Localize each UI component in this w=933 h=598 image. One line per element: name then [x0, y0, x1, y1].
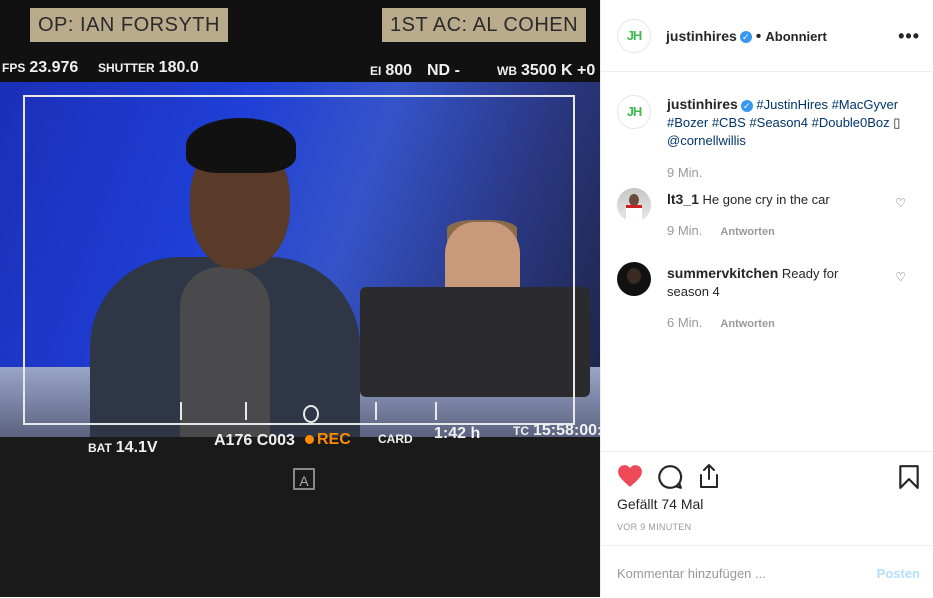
post-caption: justinhires ✓ #JustinHires #MacGyver #Boz…	[667, 95, 917, 150]
hud-rec-label: REC	[317, 431, 351, 448]
hud-shutter-label: SHUTTER	[98, 61, 155, 75]
hud-card: CARD	[378, 430, 417, 448]
account-avatar[interactable]: JH	[617, 19, 651, 53]
comment-username[interactable]: summervkitchen	[667, 265, 778, 281]
tape-label-op: OP: IAN FORSYTH	[30, 8, 228, 42]
post-photo[interactable]: OP: IAN FORSYTH 1ST AC: AL COHEN FPS 23.9…	[0, 0, 600, 597]
comment-time: 9 Min.	[667, 223, 703, 238]
header-username[interactable]: justinhires	[666, 28, 737, 44]
comment-like-heart-icon[interactable]: ♡	[895, 270, 906, 284]
save-bookmark-icon[interactable]	[898, 464, 920, 490]
hud-bat-value: 14.1V	[115, 439, 158, 456]
hashtag-link[interactable]: #MacGyver	[832, 97, 898, 112]
mention-link[interactable]: @cornellwillis	[667, 133, 746, 148]
hud-fps: FPS 23.976	[2, 59, 78, 77]
post-header: JH justinhires ✓ • Abonniert •••	[601, 0, 933, 72]
hud-battery: BAT 14.1V	[88, 439, 158, 457]
hashtag-link[interactable]: #Double0Boz	[812, 115, 890, 130]
hud-clip: A176 C003	[214, 432, 295, 450]
hud-ei-value: 800	[385, 62, 413, 79]
hud-nd: ND -	[427, 62, 460, 80]
hud-wb-value: 3500 K	[521, 62, 573, 79]
hud-nd-value: -	[454, 62, 460, 79]
reply-button[interactable]: Antworten	[720, 318, 774, 330]
rec-dot-icon	[305, 435, 314, 445]
comment-like-heart-icon[interactable]: ♡	[895, 196, 906, 210]
comment-body: lt3_1 He gone cry in the car	[667, 190, 830, 209]
post-actions	[601, 451, 933, 489]
hud-card-time: 1:42 h	[434, 425, 480, 443]
caption-time: 9 Min.	[667, 165, 703, 180]
hashtag-link[interactable]: #CBS	[712, 115, 746, 130]
frame-guide	[23, 95, 575, 425]
post-comment-button[interactable]: Posten	[877, 566, 920, 581]
camera-a-badge: A	[293, 468, 315, 490]
hud-timecode: TC 15:58:00:20	[513, 422, 600, 440]
hud-nd-label: ND	[427, 62, 451, 79]
caption-verified-icon: ✓	[740, 99, 753, 112]
hud-tc-value: 15:58:00:20	[533, 422, 600, 439]
hud-ei-label: EI	[370, 64, 382, 78]
caption-avatar[interactable]: JH	[617, 95, 651, 129]
caption-avatar-text: JH	[626, 104, 643, 119]
hashtag-link[interactable]: #Season4	[749, 115, 808, 130]
hud-tc-label: TC	[513, 424, 529, 438]
hud-wb: WB 3500 K +0	[497, 62, 595, 80]
comment-bubble-icon[interactable]	[657, 464, 683, 490]
hud-card-label: CARD	[378, 432, 413, 446]
comment-time: 6 Min.	[667, 315, 703, 330]
commenter-avatar[interactable]	[617, 262, 651, 296]
hashtag-link[interactable]: #JustinHires	[756, 97, 828, 112]
hud-bat-label: BAT	[88, 441, 112, 455]
commenter-avatar[interactable]	[617, 188, 651, 222]
hud-fps-label: FPS	[2, 61, 26, 75]
hud-clip-value: A176 C003	[214, 432, 295, 449]
hud-card-value: 1:42 h	[434, 425, 481, 442]
hud-ei: EI 800	[370, 62, 412, 80]
comment-meta: 9 Min. Antworten	[667, 222, 775, 240]
center-mark	[303, 405, 319, 423]
hud-wb-label: WB	[497, 64, 517, 78]
hud-rec: REC	[305, 431, 351, 449]
verified-badge-icon: ✓	[739, 30, 752, 43]
frame-tick	[245, 402, 247, 420]
comment-item: summervkitchen Ready for season 4 ♡ 6 Mi…	[615, 262, 920, 332]
avatar-shirt	[626, 205, 642, 222]
follow-status-button[interactable]: Abonniert	[765, 29, 826, 44]
likes-count[interactable]: Gefällt 74 Mal	[617, 496, 703, 512]
hud-fps-value: 23.976	[29, 59, 79, 76]
hud-shutter: SHUTTER 180.0	[98, 59, 199, 77]
comment-item: lt3_1 He gone cry in the car ♡ 9 Min. Ant…	[615, 188, 920, 248]
more-options-icon[interactable]: •••	[898, 26, 920, 47]
hud-shutter-value: 180.0	[158, 59, 199, 76]
comment-meta: 6 Min. Antworten	[667, 314, 775, 332]
tape-label-ac: 1ST AC: AL COHEN	[382, 8, 587, 42]
share-icon[interactable]	[697, 463, 721, 489]
separator-dot: •	[755, 28, 762, 45]
avatar-face	[627, 268, 641, 284]
comment-input[interactable]: Kommentar hinzufügen ...	[617, 566, 766, 581]
header-account-line: justinhires ✓ • Abonniert	[666, 28, 827, 46]
caption-username[interactable]: justinhires	[667, 96, 738, 112]
emoji-placeholder: ▯	[893, 115, 901, 130]
add-comment-bar: Kommentar hinzufügen ... Posten	[601, 545, 933, 598]
like-heart-icon[interactable]	[617, 464, 643, 488]
avatar-logo-text: JH	[626, 28, 643, 43]
comment-text: He gone cry in the car	[702, 192, 830, 207]
frame-tick	[375, 402, 377, 420]
comment-username[interactable]: lt3_1	[667, 191, 699, 207]
frame-tick	[180, 402, 182, 420]
reply-button[interactable]: Antworten	[720, 226, 774, 238]
hud-wb-extra: +0	[577, 62, 596, 79]
frame-tick	[435, 402, 437, 420]
post-timestamp: VOR 9 MINUTEN	[617, 522, 692, 532]
comment-body: summervkitchen Ready for season 4	[667, 264, 857, 301]
post-side-panel: JH justinhires ✓ • Abonniert ••• JH justinh…	[600, 0, 933, 597]
hashtag-link[interactable]: #Bozer	[667, 115, 708, 130]
